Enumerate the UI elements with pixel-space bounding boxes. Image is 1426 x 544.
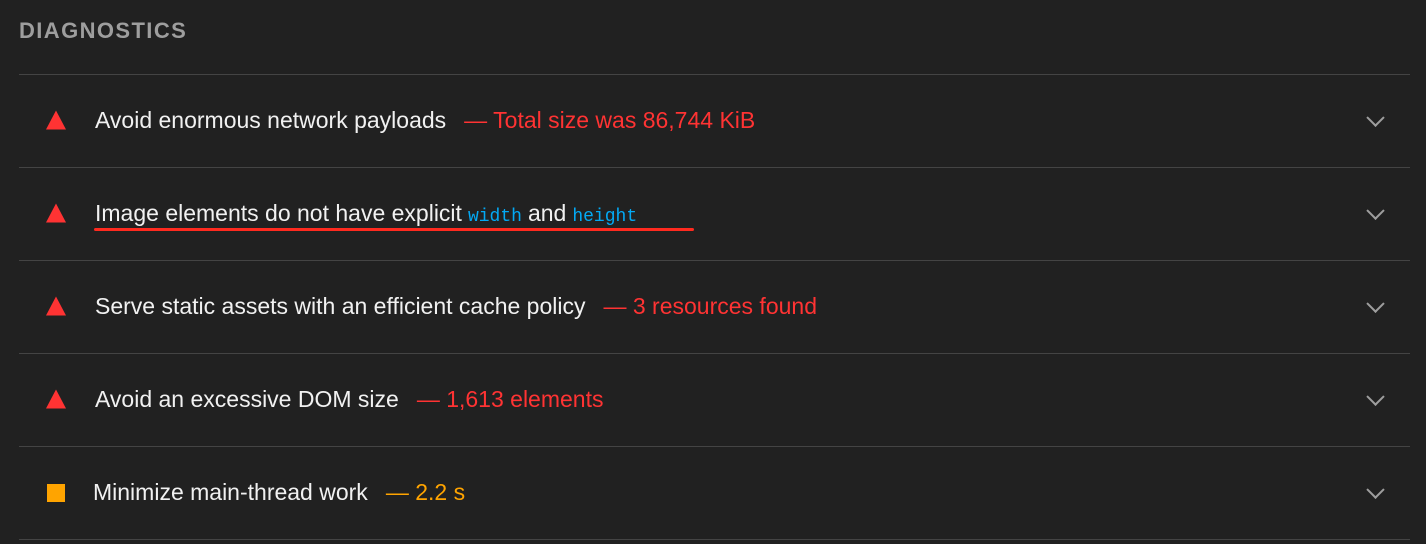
diagnostics-list: Avoid enormous network payloads — Total …: [19, 74, 1410, 540]
audit-row-cache-policy[interactable]: Serve static assets with an efficient ca…: [19, 261, 1410, 354]
audit-display-value: — 3 resources found: [603, 292, 817, 319]
audit-title-mid: and: [527, 199, 567, 226]
audit-display-value: — 2.2 s: [385, 478, 466, 505]
audit-display-value: — Total size was 86,744 KiB: [464, 106, 756, 133]
audit-title: Avoid enormous network payloads: [95, 106, 447, 133]
audit-title: Serve static assets with an efficient ca…: [95, 292, 586, 319]
fail-triangle-icon: [46, 296, 66, 316]
fail-triangle-icon: [46, 389, 66, 409]
audit-display-value: — 1,613 elements: [416, 385, 604, 412]
audit-code-height: height: [572, 206, 638, 227]
audit-title: Avoid an excessive DOM size: [95, 385, 399, 412]
audit-title: Minimize main-thread work: [93, 478, 368, 505]
fail-triangle-icon: [46, 110, 66, 130]
audit-title-wrap: Avoid an excessive DOM size — 1,613 elem…: [95, 386, 603, 413]
chevron-down-icon[interactable]: [1366, 108, 1385, 127]
audit-code-width: width: [467, 206, 522, 227]
chevron-down-icon[interactable]: [1366, 201, 1385, 220]
audit-row-main-thread[interactable]: Minimize main-thread work — 2.2 s: [19, 447, 1410, 540]
audit-title-wrap: Avoid enormous network payloads — Total …: [95, 107, 755, 134]
audit-title-prefix: Image elements do not have explicit: [95, 199, 462, 226]
warn-square-icon: [47, 484, 65, 502]
fail-triangle-icon: [46, 203, 66, 223]
section-title: DIAGNOSTICS: [19, 18, 188, 43]
audit-row-network-payloads[interactable]: Avoid enormous network payloads — Total …: [19, 75, 1410, 168]
audit-title-wrap: Serve static assets with an efficient ca…: [95, 293, 817, 320]
audit-row-unsized-images[interactable]: Image elements do not have explicit widt…: [19, 168, 1410, 261]
chevron-down-icon[interactable]: [1366, 294, 1385, 313]
audit-title-wrap: Image elements do not have explicit widt…: [95, 200, 637, 227]
audit-row-dom-size[interactable]: Avoid an excessive DOM size — 1,613 elem…: [19, 354, 1410, 447]
chevron-down-icon[interactable]: [1366, 387, 1385, 406]
audit-title-wrap: Minimize main-thread work — 2.2 s: [93, 479, 465, 506]
chevron-down-icon[interactable]: [1366, 480, 1385, 499]
highlight-underline: [94, 228, 694, 231]
